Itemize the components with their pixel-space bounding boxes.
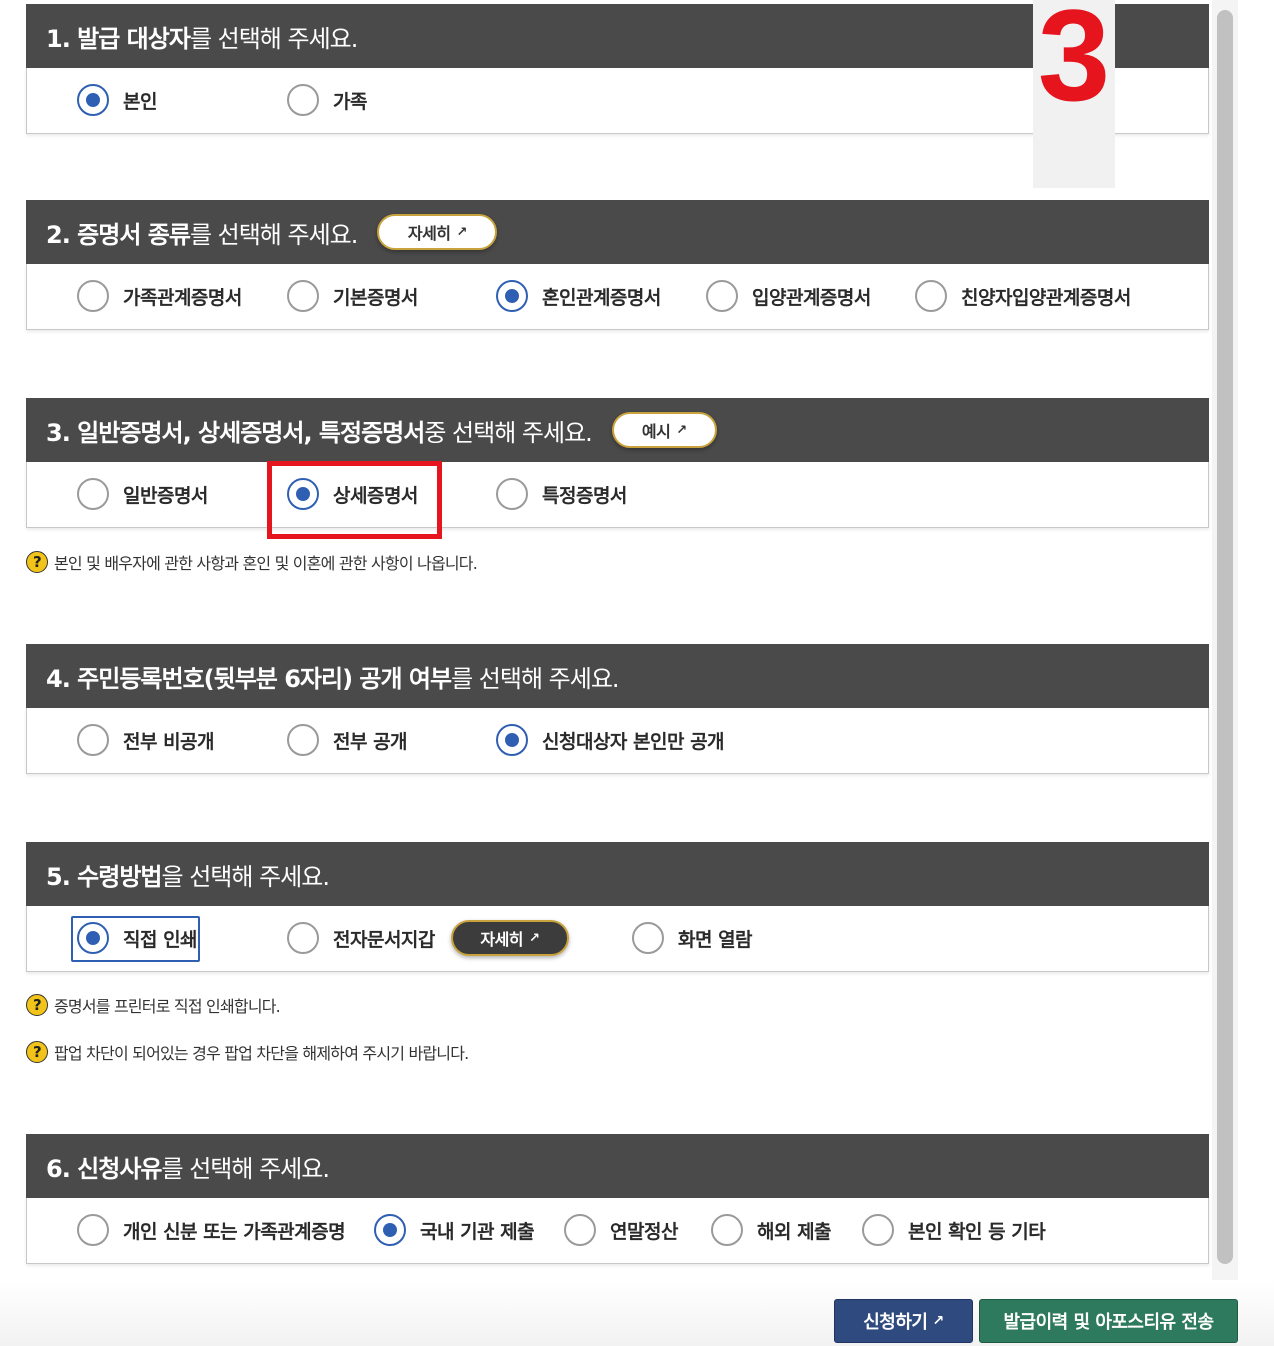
radio-button[interactable] <box>287 922 319 954</box>
section-reason: 6. 신청사유 를 선택해 주세요. 개인 신분 또는 가족관계증명 국내 기관 … <box>26 1134 1209 1264</box>
details-button[interactable]: 자세히 ↗ <box>450 920 569 956</box>
radio-button[interactable] <box>77 280 109 312</box>
external-link-icon: ↗ <box>529 930 540 946</box>
radio-option-domestic[interactable]: 국내 기관 제출 <box>374 1198 535 1262</box>
radio-option-family-relation[interactable]: 가족관계증명서 <box>77 264 242 328</box>
radio-button[interactable] <box>711 1214 743 1246</box>
radio-button[interactable] <box>287 724 319 756</box>
radio-option-self-only[interactable]: 신청대상자 본인만 공개 <box>496 708 725 772</box>
question-mark-icon: ? <box>26 994 48 1016</box>
highlight-box <box>267 461 442 539</box>
radio-option-marriage[interactable]: 혼인관계증명서 <box>496 264 661 328</box>
section-title: 3. 일반증명서, 상세증명서, 특정증명서 중 선택해 주세요. 예시 ↗ <box>26 398 1209 462</box>
radio-button[interactable] <box>915 280 947 312</box>
radio-option-self[interactable]: 본인 <box>77 68 157 132</box>
section-title: 5. 수령방법 을 선택해 주세요. <box>26 842 1209 906</box>
radio-option-all-private[interactable]: 전부 비공개 <box>77 708 215 772</box>
section-certificate-type: 2. 증명서 종류 를 선택해 주세요. 자세히 ↗ 가족관계증명서 기본증명서 혼… <box>26 200 1209 330</box>
radio-option-general[interactable]: 일반증명서 <box>77 462 208 526</box>
radio-button[interactable] <box>496 280 528 312</box>
radio-button[interactable] <box>77 1214 109 1246</box>
radio-button[interactable] <box>496 478 528 510</box>
radio-button[interactable] <box>564 1214 596 1246</box>
radio-button[interactable] <box>632 922 664 954</box>
help-note: ? 팝업 차단이 되어있는 경우 팝업 차단을 해제하여 주시기 바랍니다. <box>26 1040 469 1064</box>
help-note: ? 본인 및 배우자에 관한 사항과 혼인 및 이혼에 관한 사항이 나옵니다. <box>26 550 478 574</box>
radio-option-specific[interactable]: 특정증명서 <box>496 462 627 526</box>
radio-button[interactable] <box>287 280 319 312</box>
scrollbar-thumb[interactable] <box>1217 10 1233 1264</box>
external-link-icon: ↗ <box>932 1313 945 1329</box>
radio-option-full-adoption[interactable]: 친양자입양관계증명서 <box>915 264 1131 328</box>
radio-option-screen-view[interactable]: 화면 열람 <box>632 906 753 970</box>
section-target: 1. 발급 대상자 를 선택해 주세요. 본인 가족 <box>26 4 1209 134</box>
section-title: 4. 주민등록번호(뒷부분 6자리) 공개 여부 를 선택해 주세요. <box>26 644 1209 708</box>
example-button[interactable]: 예시 ↗ <box>611 412 717 448</box>
external-link-icon: ↗ <box>456 224 468 240</box>
radio-button[interactable] <box>862 1214 894 1246</box>
section-title: 1. 발급 대상자 를 선택해 주세요. <box>26 4 1209 68</box>
section-title: 2. 증명서 종류 를 선택해 주세요. 자세히 ↗ <box>26 200 1209 264</box>
radio-button[interactable] <box>77 84 109 116</box>
section-resident-number: 4. 주민등록번호(뒷부분 6자리) 공개 여부 를 선택해 주세요. 전부 비공… <box>26 644 1209 774</box>
radio-button[interactable] <box>706 280 738 312</box>
external-link-icon: ↗ <box>676 422 687 438</box>
help-note: ? 증명서를 프린터로 직접 인쇄합니다. <box>26 993 281 1017</box>
radio-button[interactable] <box>287 84 319 116</box>
section-title: 6. 신청사유 를 선택해 주세요. <box>26 1134 1209 1198</box>
section-receive-method: 5. 수령방법 을 선택해 주세요. 직접 인쇄 전자문서지갑 자세히 ↗ 화면 열… <box>26 842 1209 972</box>
radio-option-family[interactable]: 가족 <box>287 68 367 132</box>
radio-button[interactable] <box>77 478 109 510</box>
question-mark-icon: ? <box>26 551 48 573</box>
details-button[interactable]: 자세히 ↗ <box>377 214 498 250</box>
section-certificate-detail: 3. 일반증명서, 상세증명서, 특정증명서 중 선택해 주세요. 예시 ↗ 일반… <box>26 398 1209 528</box>
question-mark-icon: ? <box>26 1041 48 1063</box>
radio-option-basic[interactable]: 기본증명서 <box>287 264 418 328</box>
radio-option-identity[interactable]: 개인 신분 또는 가족관계증명 <box>77 1198 346 1262</box>
radio-option-all-public[interactable]: 전부 공개 <box>287 708 408 772</box>
focus-outline <box>71 916 200 962</box>
radio-button[interactable] <box>374 1214 406 1246</box>
radio-option-other[interactable]: 본인 확인 등 기타 <box>862 1198 1046 1262</box>
radio-button[interactable] <box>496 724 528 756</box>
send-apostille-button[interactable]: 발급이력 및 아포스티유 전송 <box>979 1299 1238 1343</box>
radio-option-adoption[interactable]: 입양관계증명서 <box>706 264 871 328</box>
radio-option-overseas[interactable]: 해외 제출 <box>711 1198 832 1262</box>
radio-option-year-end[interactable]: 연말정산 <box>564 1198 678 1262</box>
step-marker: 3 <box>1033 0 1115 188</box>
radio-option-e-wallet[interactable]: 전자문서지갑 자세히 ↗ <box>287 906 569 970</box>
radio-button[interactable] <box>77 724 109 756</box>
apply-button[interactable]: 신청하기 ↗ <box>834 1299 973 1343</box>
